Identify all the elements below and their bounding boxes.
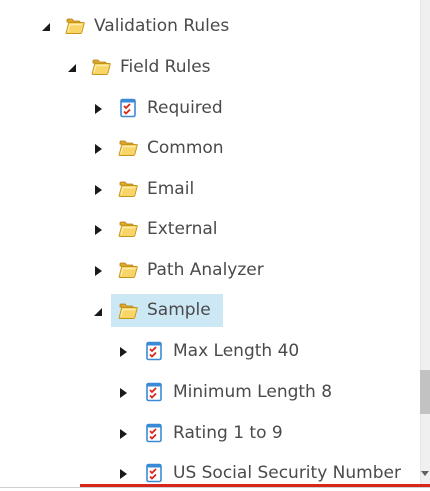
tree-node-max-length-40[interactable]: Max Length 40 bbox=[143, 336, 299, 366]
collapse-arrow-icon[interactable] bbox=[91, 304, 105, 318]
tree-node-label: External bbox=[147, 218, 218, 239]
bottom-divider bbox=[0, 487, 430, 488]
collapse-arrow-icon[interactable] bbox=[39, 19, 53, 33]
expand-arrow-icon[interactable] bbox=[91, 141, 105, 155]
expand-arrow-icon[interactable] bbox=[116, 385, 130, 399]
folder-icon bbox=[64, 15, 86, 37]
content-tree: Validation Rules Field Rules Required Co… bbox=[0, 0, 420, 491]
checklist-icon bbox=[143, 381, 165, 403]
checklist-icon bbox=[143, 462, 165, 484]
folder-icon bbox=[117, 259, 139, 281]
tree-node-label: Validation Rules bbox=[94, 15, 230, 36]
checklist-icon bbox=[117, 97, 139, 119]
expand-arrow-icon[interactable] bbox=[91, 263, 105, 277]
tree-node-label: Rating 1 to 9 bbox=[173, 422, 283, 443]
tree-node-common[interactable]: Common bbox=[117, 133, 224, 163]
tree-node-external[interactable]: External bbox=[117, 214, 218, 244]
tree-node-label: US Social Security Number bbox=[173, 462, 401, 483]
folder-icon bbox=[117, 218, 139, 240]
tree-node-label: Field Rules bbox=[120, 56, 211, 77]
tree-node-field-rules[interactable]: Field Rules bbox=[90, 52, 211, 82]
collapse-arrow-icon[interactable] bbox=[65, 60, 79, 74]
tree-node-required[interactable]: Required bbox=[117, 93, 223, 123]
vertical-scrollbar[interactable] bbox=[420, 0, 430, 484]
tree-node-validation-rules[interactable]: Validation Rules bbox=[64, 11, 229, 41]
folder-icon bbox=[117, 178, 139, 200]
tree-node-path-analyzer[interactable]: Path Analyzer bbox=[117, 255, 264, 285]
folder-icon bbox=[90, 56, 112, 78]
scroll-down-arrow-icon[interactable] bbox=[420, 466, 430, 482]
expand-arrow-icon[interactable] bbox=[91, 222, 105, 236]
tree-node-email[interactable]: Email bbox=[117, 174, 194, 204]
tree-node-sample[interactable]: Sample bbox=[111, 294, 223, 327]
tree-node-label: Minimum Length 8 bbox=[173, 381, 333, 402]
folder-icon bbox=[117, 300, 139, 322]
tree-node-label: Path Analyzer bbox=[147, 259, 264, 280]
checklist-icon bbox=[143, 422, 165, 444]
scrollbar-thumb[interactable] bbox=[420, 370, 430, 414]
expand-arrow-icon[interactable] bbox=[116, 344, 130, 358]
tree-node-label: Max Length 40 bbox=[173, 340, 300, 361]
tree-node-label: Email bbox=[147, 178, 195, 199]
tree-node-label: Sample bbox=[147, 300, 211, 320]
folder-icon bbox=[117, 137, 139, 159]
expand-arrow-icon[interactable] bbox=[91, 182, 105, 196]
tree-node-label: Required bbox=[147, 97, 223, 118]
expand-arrow-icon[interactable] bbox=[116, 466, 130, 480]
tree-node-minimum-length-8[interactable]: Minimum Length 8 bbox=[143, 377, 332, 407]
tree-node-label: Common bbox=[147, 137, 224, 158]
expand-arrow-icon[interactable] bbox=[116, 426, 130, 440]
expand-arrow-icon[interactable] bbox=[91, 101, 105, 115]
checklist-icon bbox=[143, 340, 165, 362]
tree-node-rating-1-to-9[interactable]: Rating 1 to 9 bbox=[143, 418, 283, 448]
